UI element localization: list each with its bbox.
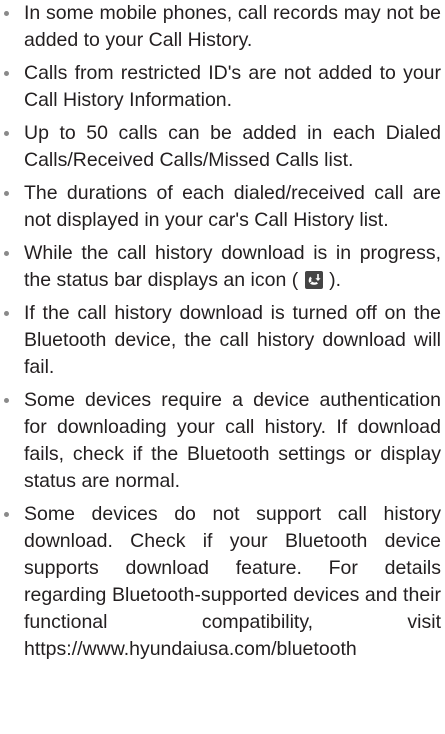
bullet-dot	[4, 251, 9, 256]
bullet-text: Calls from restricted ID's are not added…	[24, 62, 441, 111]
bullet-item: Up to 50 calls can be added in each Dial…	[0, 120, 445, 174]
bullet-list: In some mobile phones, call records may …	[0, 0, 445, 663]
bullet-item: Calls from restricted ID's are not added…	[0, 60, 445, 114]
bullet-text: If the call history download is turned o…	[24, 302, 441, 378]
bullet-dot	[4, 11, 9, 16]
bullet-text: Some devices require a device authentica…	[24, 389, 441, 492]
bullet-text: In some mobile phones, call records may …	[24, 2, 441, 51]
bullet-dot	[4, 398, 9, 403]
bullet-dot	[4, 191, 9, 196]
bullet-text: Some devices do not support call history…	[24, 503, 441, 660]
bullet-item: If the call history download is turned o…	[0, 300, 445, 381]
bullet-dot	[4, 131, 9, 136]
bullet-item: While the call history download is in pr…	[0, 240, 445, 294]
bullet-item: Some devices do not support call history…	[0, 501, 445, 663]
bullet-item: Some devices require a device authentica…	[0, 387, 445, 495]
bullet-item: In some mobile phones, call records may …	[0, 0, 445, 54]
bullet-text: The durations of each dialed/received ca…	[24, 182, 441, 231]
bullet-text: Up to 50 calls can be added in each Dial…	[24, 122, 441, 171]
bullet-text-before-icon: While the call history download is in pr…	[24, 242, 441, 291]
call-history-download-icon	[304, 270, 323, 289]
bullet-item: The durations of each dialed/received ca…	[0, 180, 445, 234]
bullet-dot	[4, 71, 9, 76]
bullet-dot	[4, 311, 9, 316]
bullet-text-after-icon: ).	[323, 269, 341, 291]
bullet-dot	[4, 512, 9, 517]
